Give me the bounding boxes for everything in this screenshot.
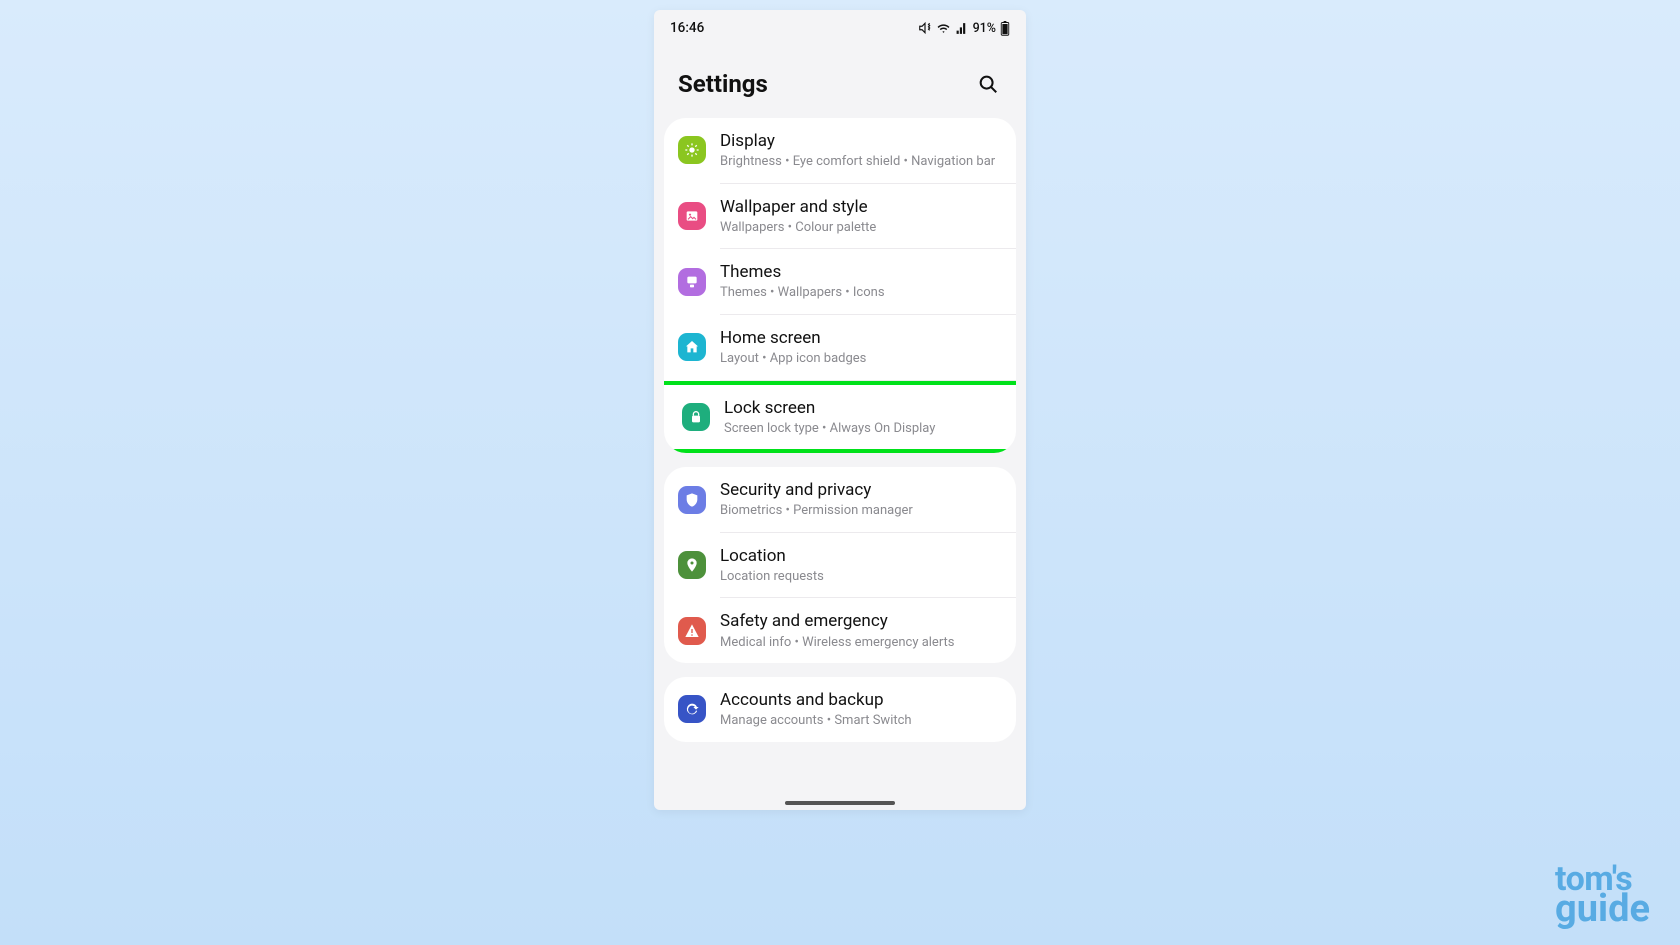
item-subtitle: Manage accounts • Smart Switch xyxy=(720,712,1000,730)
item-subtitle: Themes • Wallpapers • Icons xyxy=(720,284,1000,302)
item-text: ThemesThemes • Wallpapers • Icons xyxy=(720,261,1000,302)
page-title: Settings xyxy=(678,70,768,98)
settings-group: DisplayBrightness • Eye comfort shield •… xyxy=(664,118,1016,453)
themes-icon xyxy=(678,268,706,296)
item-subtitle: Brightness • Eye comfort shield • Naviga… xyxy=(720,153,1000,171)
item-title: Safety and emergency xyxy=(720,610,1000,632)
battery-icon xyxy=(1000,21,1010,36)
wifi-icon xyxy=(936,22,951,35)
item-text: Safety and emergency Medical info • Wirel… xyxy=(720,610,1000,651)
settings-item-security[interactable]: Security and privacyBiometrics • Permiss… xyxy=(664,467,1016,532)
pin-icon xyxy=(678,551,706,579)
settings-list: DisplayBrightness • Eye comfort shield •… xyxy=(654,118,1026,742)
item-text: Lock screenScreen lock type • Always On … xyxy=(724,397,996,438)
item-subtitle: Biometrics • Permission manager xyxy=(720,502,1000,520)
item-title: Home screen xyxy=(720,327,1000,349)
item-subtitle: Location requests xyxy=(720,568,1000,586)
signal-icon xyxy=(955,22,969,35)
item-text: DisplayBrightness • Eye comfort shield •… xyxy=(720,130,1000,171)
sync-icon xyxy=(678,695,706,723)
battery-percent: 91% xyxy=(973,21,996,36)
item-text: Home screenLayout • App icon badges xyxy=(720,327,1000,368)
lock-icon xyxy=(682,403,710,431)
settings-item-themes[interactable]: ThemesThemes • Wallpapers • Icons xyxy=(664,249,1016,314)
item-title: Location xyxy=(720,545,1000,567)
mute-icon xyxy=(918,21,932,35)
status-bar: 16:46 91% xyxy=(654,10,1026,46)
home-icon xyxy=(678,333,706,361)
watermark-line2: guide xyxy=(1555,891,1650,927)
settings-item-location[interactable]: LocationLocation requests xyxy=(664,533,1016,598)
item-subtitle: Medical info • Wireless emergency alerts xyxy=(720,634,1000,652)
alert-icon xyxy=(678,617,706,645)
settings-item-accounts[interactable]: Accounts and backupManage accounts • Sma… xyxy=(664,677,1016,742)
highlight-box: Lock screenScreen lock type • Always On … xyxy=(664,381,1016,454)
item-title: Wallpaper and style xyxy=(720,196,1000,218)
item-subtitle: Wallpapers • Colour palette xyxy=(720,219,1000,237)
item-text: LocationLocation requests xyxy=(720,545,1000,586)
item-text: Wallpaper and styleWallpapers • Colour p… xyxy=(720,196,1000,237)
status-icons: 91% xyxy=(918,21,1010,36)
watermark-logo: tom's guide xyxy=(1555,863,1650,927)
status-time: 16:46 xyxy=(670,20,704,36)
settings-item-safety[interactable]: Safety and emergency Medical info • Wirel… xyxy=(664,598,1016,663)
settings-item-home[interactable]: Home screenLayout • App icon badges xyxy=(664,315,1016,380)
settings-group: Accounts and backupManage accounts • Sma… xyxy=(664,677,1016,742)
item-title: Themes xyxy=(720,261,1000,283)
phone-frame: 16:46 91% Settings DisplayBrightness • E… xyxy=(654,10,1026,810)
search-icon xyxy=(977,73,999,95)
search-button[interactable] xyxy=(974,70,1002,98)
settings-item-wallpaper[interactable]: Wallpaper and styleWallpapers • Colour p… xyxy=(664,184,1016,249)
item-text: Security and privacyBiometrics • Permiss… xyxy=(720,479,1000,520)
item-text: Accounts and backupManage accounts • Sma… xyxy=(720,689,1000,730)
item-title: Accounts and backup xyxy=(720,689,1000,711)
item-subtitle: Layout • App icon badges xyxy=(720,350,1000,368)
shield-icon xyxy=(678,486,706,514)
image-icon xyxy=(678,202,706,230)
nav-bar-indicator xyxy=(785,801,895,805)
item-title: Lock screen xyxy=(724,397,996,419)
item-subtitle: Screen lock type • Always On Display xyxy=(724,420,996,438)
settings-group: Security and privacyBiometrics • Permiss… xyxy=(664,467,1016,663)
item-title: Security and privacy xyxy=(720,479,1000,501)
settings-item-lock[interactable]: Lock screenScreen lock type • Always On … xyxy=(664,385,1016,450)
settings-header: Settings xyxy=(654,46,1026,118)
sun-icon xyxy=(678,136,706,164)
item-title: Display xyxy=(720,130,1000,152)
settings-item-display[interactable]: DisplayBrightness • Eye comfort shield •… xyxy=(664,118,1016,183)
